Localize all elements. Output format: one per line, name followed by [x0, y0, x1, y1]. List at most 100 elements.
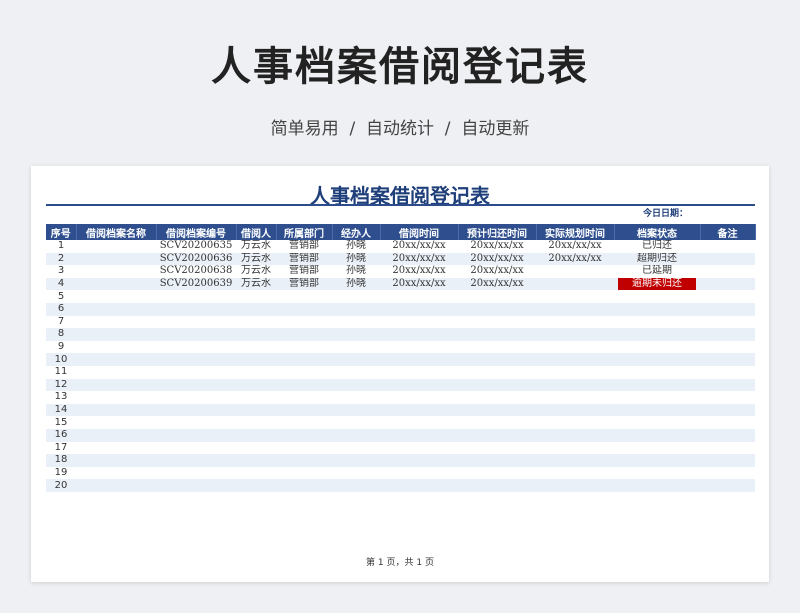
- cell-due-time[interactable]: [458, 378, 536, 392]
- cell-no[interactable]: 15: [46, 416, 76, 429]
- cell-note[interactable]: [700, 277, 755, 291]
- cell-handler[interactable]: 孙晓: [332, 240, 380, 253]
- cell-borrow-time[interactable]: 20xx/xx/xx: [380, 252, 458, 266]
- cell-actual-time[interactable]: [536, 353, 614, 366]
- cell-no[interactable]: 3: [46, 265, 76, 278]
- cell-handler[interactable]: 孙晓: [332, 277, 380, 291]
- cell-handler[interactable]: [332, 328, 380, 341]
- cell-borrower[interactable]: [236, 479, 276, 492]
- cell-status[interactable]: [614, 454, 700, 467]
- cell-code[interactable]: [156, 466, 236, 480]
- cell-no[interactable]: 9: [46, 340, 76, 354]
- cell-due-time[interactable]: [458, 328, 536, 341]
- cell-due-time[interactable]: [458, 391, 536, 404]
- cell-borrow-time[interactable]: [380, 479, 458, 492]
- cell-borrower[interactable]: [236, 302, 276, 316]
- cell-status[interactable]: 逾期未归还: [614, 277, 700, 291]
- cell-name[interactable]: [76, 441, 156, 455]
- cell-borrower[interactable]: [236, 378, 276, 392]
- cell-name[interactable]: [76, 466, 156, 480]
- cell-actual-time[interactable]: [536, 328, 614, 341]
- header-actual-time[interactable]: 实际规划时间: [536, 224, 615, 240]
- cell-handler[interactable]: [332, 302, 380, 316]
- header-name[interactable]: 借阅档案名称: [76, 224, 157, 240]
- cell-borrow-time[interactable]: 20xx/xx/xx: [380, 265, 458, 278]
- cell-code[interactable]: SCV20200638: [156, 265, 236, 278]
- cell-actual-time[interactable]: [536, 479, 614, 492]
- cell-note[interactable]: [700, 340, 755, 354]
- cell-borrow-time[interactable]: [380, 441, 458, 455]
- cell-no[interactable]: 18: [46, 454, 76, 467]
- cell-due-time[interactable]: [458, 340, 536, 354]
- cell-no[interactable]: 10: [46, 353, 76, 366]
- cell-dept[interactable]: [276, 290, 332, 303]
- cell-code[interactable]: [156, 391, 236, 404]
- cell-borrow-time[interactable]: [380, 391, 458, 404]
- cell-actual-time[interactable]: [536, 391, 614, 404]
- cell-status[interactable]: [614, 353, 700, 366]
- cell-borrow-time[interactable]: [380, 403, 458, 417]
- cell-code[interactable]: [156, 353, 236, 366]
- cell-dept[interactable]: [276, 302, 332, 316]
- cell-status[interactable]: 已归还: [614, 240, 700, 253]
- cell-status[interactable]: 已延期: [614, 265, 700, 278]
- cell-handler[interactable]: [332, 466, 380, 480]
- cell-code[interactable]: [156, 290, 236, 303]
- cell-borrow-time[interactable]: [380, 454, 458, 467]
- cell-borrower[interactable]: [236, 466, 276, 480]
- cell-code[interactable]: [156, 454, 236, 467]
- cell-borrower[interactable]: [236, 365, 276, 379]
- cell-name[interactable]: [76, 403, 156, 417]
- cell-code[interactable]: [156, 365, 236, 379]
- cell-no[interactable]: 5: [46, 290, 76, 303]
- cell-dept[interactable]: [276, 328, 332, 341]
- cell-handler[interactable]: [332, 441, 380, 455]
- cell-borrower[interactable]: [236, 428, 276, 442]
- cell-name[interactable]: [76, 328, 156, 341]
- cell-note[interactable]: [700, 315, 755, 329]
- cell-borrower[interactable]: [236, 416, 276, 429]
- cell-borrow-time[interactable]: [380, 290, 458, 303]
- cell-note[interactable]: [700, 290, 755, 303]
- cell-dept[interactable]: 营销部: [276, 277, 332, 291]
- cell-dept[interactable]: [276, 340, 332, 354]
- cell-note[interactable]: [700, 428, 755, 442]
- cell-code[interactable]: [156, 428, 236, 442]
- cell-borrower[interactable]: [236, 441, 276, 455]
- cell-note[interactable]: [700, 416, 755, 429]
- cell-borrower[interactable]: 万云水: [236, 265, 276, 278]
- cell-status[interactable]: [614, 302, 700, 316]
- cell-name[interactable]: [76, 353, 156, 366]
- cell-status[interactable]: [614, 365, 700, 379]
- cell-handler[interactable]: [332, 340, 380, 354]
- cell-status[interactable]: [614, 441, 700, 455]
- cell-actual-time[interactable]: [536, 441, 614, 455]
- cell-name[interactable]: [76, 302, 156, 316]
- cell-actual-time[interactable]: 20xx/xx/xx: [536, 240, 614, 253]
- header-code[interactable]: 借阅档案编号: [156, 224, 237, 240]
- cell-handler[interactable]: 孙晓: [332, 252, 380, 266]
- cell-borrow-time[interactable]: 20xx/xx/xx: [380, 240, 458, 253]
- cell-actual-time[interactable]: [536, 315, 614, 329]
- cell-note[interactable]: [700, 378, 755, 392]
- cell-actual-time[interactable]: [536, 466, 614, 480]
- cell-name[interactable]: [76, 365, 156, 379]
- cell-actual-time[interactable]: [536, 290, 614, 303]
- cell-borrow-time[interactable]: [380, 315, 458, 329]
- cell-status[interactable]: [614, 428, 700, 442]
- cell-due-time[interactable]: 20xx/xx/xx: [458, 277, 536, 291]
- cell-due-time[interactable]: [458, 302, 536, 316]
- cell-name[interactable]: [76, 277, 156, 291]
- cell-code[interactable]: [156, 403, 236, 417]
- header-no[interactable]: 序号: [46, 224, 77, 240]
- cell-dept[interactable]: [276, 441, 332, 455]
- cell-code[interactable]: [156, 416, 236, 429]
- cell-note[interactable]: [700, 240, 755, 253]
- cell-status[interactable]: [614, 378, 700, 392]
- cell-note[interactable]: [700, 265, 755, 278]
- cell-borrow-time[interactable]: [380, 328, 458, 341]
- cell-due-time[interactable]: [458, 428, 536, 442]
- cell-note[interactable]: [700, 328, 755, 341]
- cell-borrower[interactable]: 万云水: [236, 240, 276, 253]
- header-handler[interactable]: 经办人: [332, 224, 381, 240]
